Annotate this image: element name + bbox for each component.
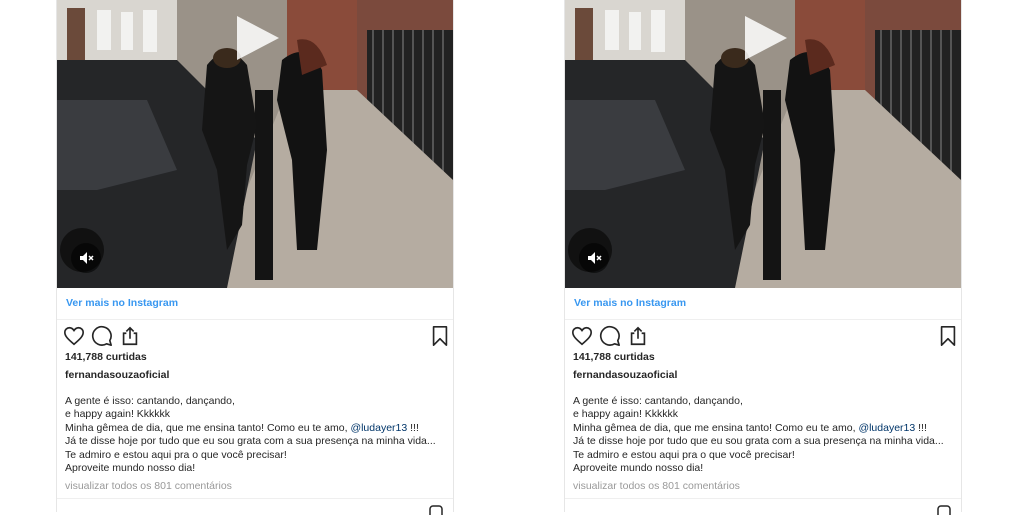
like-count[interactable]: 141,788 curtidas bbox=[573, 351, 655, 363]
bookmark-icon[interactable] bbox=[429, 325, 451, 347]
instagram-embed-right: Ver mais no Instagram 141,788 curtidas f… bbox=[564, 0, 962, 515]
caption-line: A gente é isso: cantando, dançando, bbox=[573, 395, 743, 407]
view-all-comments-link[interactable]: visualizar todos os 801 comentários bbox=[65, 480, 232, 492]
video-player[interactable] bbox=[57, 0, 453, 288]
caption-line: e happy again! Kkkkkk bbox=[65, 408, 171, 421]
caption-text: Minha gêmea de dia, que me ensina tanto!… bbox=[573, 421, 859, 434]
divider bbox=[565, 498, 961, 499]
play-icon[interactable] bbox=[737, 10, 793, 66]
caption-line: Te admiro e estou aqui pra o que você pr… bbox=[65, 448, 287, 461]
instagram-embed-left: Ver mais no Instagram 141,788 curtidas f… bbox=[56, 0, 454, 515]
caption-text: !!! bbox=[915, 421, 927, 434]
caption-line: Já te disse hoje por tudo que eu sou gra… bbox=[65, 435, 436, 448]
like-count[interactable]: 141,788 curtidas bbox=[65, 351, 147, 363]
caption: A gente é isso: cantando, dançando, e ha… bbox=[65, 395, 451, 475]
caption-line: Já te disse hoje por tudo que eu sou gra… bbox=[573, 435, 944, 448]
comment-icon[interactable] bbox=[599, 325, 621, 347]
instagram-icon[interactable] bbox=[937, 505, 951, 515]
caption: A gente é isso: cantando, dançando, e ha… bbox=[573, 395, 959, 475]
share-icon[interactable] bbox=[119, 325, 141, 347]
caption-line: Minha gêmea de dia, que me ensina tanto!… bbox=[573, 422, 959, 435]
divider bbox=[57, 498, 453, 499]
play-icon[interactable] bbox=[229, 10, 285, 66]
mention-link[interactable]: @ludayer13 bbox=[858, 422, 915, 434]
action-bar bbox=[571, 325, 957, 347]
view-all-comments-link[interactable]: visualizar todos os 801 comentários bbox=[573, 480, 740, 492]
heart-icon[interactable] bbox=[571, 325, 593, 347]
action-bar bbox=[63, 325, 449, 347]
volume-muted-icon[interactable] bbox=[71, 243, 101, 273]
divider bbox=[57, 319, 453, 320]
instagram-icon[interactable] bbox=[429, 505, 443, 515]
view-more-on-instagram-link[interactable]: Ver mais no Instagram bbox=[574, 297, 686, 309]
heart-icon[interactable] bbox=[63, 325, 85, 347]
share-icon[interactable] bbox=[627, 325, 649, 347]
bookmark-icon[interactable] bbox=[937, 325, 959, 347]
author-username[interactable]: fernandasouzaoficial bbox=[573, 369, 677, 381]
author-username[interactable]: fernandasouzaoficial bbox=[65, 369, 169, 381]
caption-line: A gente é isso: cantando, dançando, bbox=[65, 395, 235, 407]
caption-text: Minha gêmea de dia, que me ensina tanto!… bbox=[65, 421, 351, 434]
mention-link[interactable]: @ludayer13 bbox=[350, 422, 407, 434]
caption-line: Te admiro e estou aqui pra o que você pr… bbox=[573, 448, 795, 461]
volume-muted-icon[interactable] bbox=[579, 243, 609, 273]
caption-text: !!! bbox=[407, 421, 419, 434]
caption-line: e happy again! Kkkkkk bbox=[573, 408, 679, 421]
caption-line: Aproveite mundo nosso dia! bbox=[65, 462, 196, 475]
caption-line: Minha gêmea de dia, que me ensina tanto!… bbox=[65, 422, 451, 435]
caption-line: Aproveite mundo nosso dia! bbox=[573, 462, 704, 475]
comment-icon[interactable] bbox=[91, 325, 113, 347]
divider bbox=[565, 319, 961, 320]
video-player[interactable] bbox=[565, 0, 961, 288]
view-more-on-instagram-link[interactable]: Ver mais no Instagram bbox=[66, 297, 178, 309]
